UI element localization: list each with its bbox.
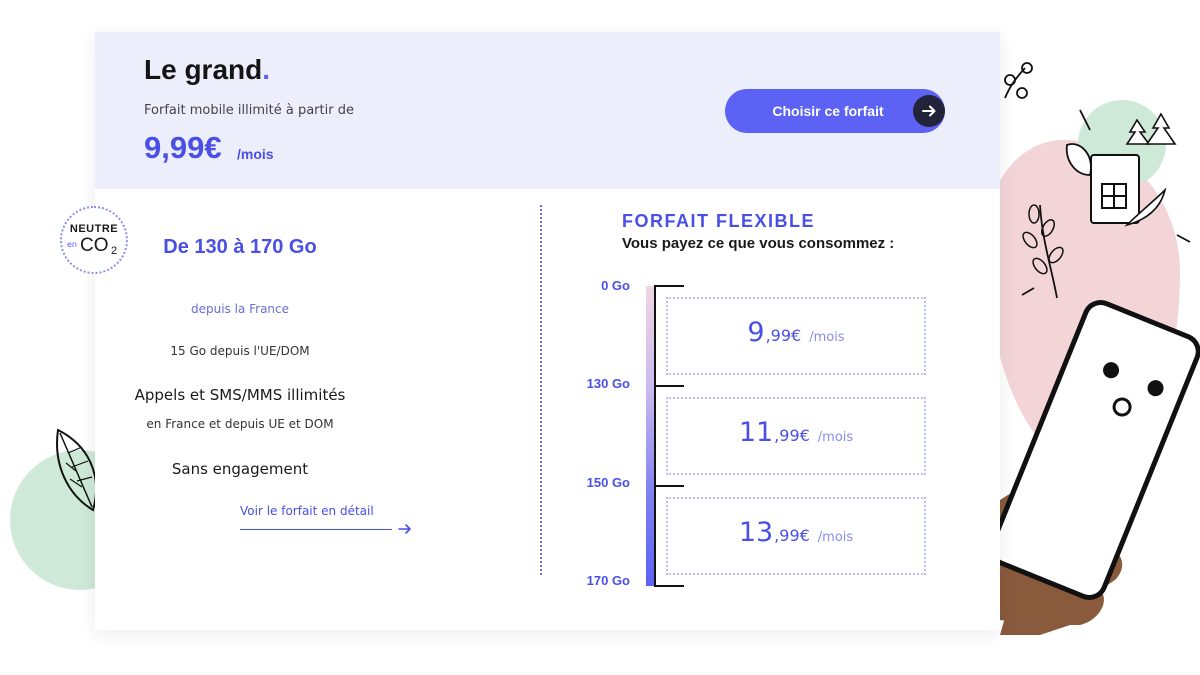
calls-feature: Appels et SMS/MMS illimités <box>134 386 346 404</box>
scale-tick-label: 0 Go <box>601 278 630 293</box>
scale-tick <box>654 585 684 587</box>
price-tier-decimal: ,99€ <box>774 426 810 445</box>
data-range-subtitle: depuis la France <box>190 302 290 316</box>
price-tier-box: 13 ,99€ /mois <box>666 497 926 575</box>
plan-subtitle: Forfait mobile illimité à partir de <box>144 103 354 118</box>
plan-title-dot: . <box>262 54 271 85</box>
flexible-plan-subtitle: Vous payez ce que vous consommez : <box>622 235 895 252</box>
price-tier-integer: 13 <box>738 517 774 548</box>
fern-icon <box>1021 204 1064 299</box>
scale-tick-label: 150 Go <box>586 475 630 490</box>
price-tier: 11 ,99€ /mois <box>668 399 924 473</box>
choose-plan-button[interactable]: Choisir ce forfait <box>725 89 945 133</box>
calls-feature-subtitle: en France et depuis UE et DOM <box>146 417 334 431</box>
phone-illustration <box>989 300 1200 635</box>
co2-badge-en: en <box>67 240 77 249</box>
plan-detail-link[interactable]: Voir le forfait en détail <box>240 504 390 518</box>
berry-branch-icon <box>1004 62 1033 99</box>
price-tier-box: 11 ,99€ /mois <box>666 397 926 475</box>
plan-title: Le grand. <box>144 54 270 86</box>
plan-title-text: Le grand <box>144 54 263 85</box>
price-tier-period: /mois <box>817 530 854 545</box>
price-tier-box: 9 ,99€ /mois <box>666 297 926 375</box>
scale-tick-label: 130 Go <box>586 376 630 391</box>
scale-tick <box>654 485 684 487</box>
sim-card-icon <box>1065 109 1191 243</box>
scale-tick-label: 170 Go <box>586 573 630 588</box>
price-tier-period: /mois <box>817 430 854 445</box>
column-divider <box>540 205 542 575</box>
price-tier-decimal: ,99€ <box>765 326 802 345</box>
price-tier: 13 ,99€ /mois <box>668 499 924 573</box>
flexible-plan-title: FORFAIT FLEXIBLE <box>622 211 815 231</box>
plan-price-period: /mois <box>237 146 274 162</box>
price-tier-period: /mois <box>809 330 845 345</box>
data-scale-axis <box>654 285 656 587</box>
commitment-feature: Sans engagement <box>171 460 309 478</box>
choose-plan-button-label: Choisir ce forfait <box>772 103 884 119</box>
plan-price: 9,99€ <box>144 130 222 165</box>
scale-tick <box>654 385 684 387</box>
eu-data-allowance: 15 Go depuis l'UE/DOM <box>170 344 310 358</box>
data-range: De 130 à 170 Go <box>163 236 317 258</box>
price-tier-integer: 11 <box>738 417 774 448</box>
price-tier-decimal: ,99€ <box>774 526 810 545</box>
arrow-right-icon <box>913 95 945 127</box>
co2-badge-line1: NEUTRE <box>69 223 119 235</box>
scale-tick <box>654 285 684 287</box>
price-tier: 9 ,99€ /mois <box>668 299 924 373</box>
arrow-right-icon[interactable] <box>397 521 413 537</box>
plan-header: Le grand. Forfait mobile illimité à part… <box>95 32 1000 189</box>
price-tier-integer: 9 <box>747 317 765 348</box>
plan-detail-link-underline <box>240 529 392 530</box>
